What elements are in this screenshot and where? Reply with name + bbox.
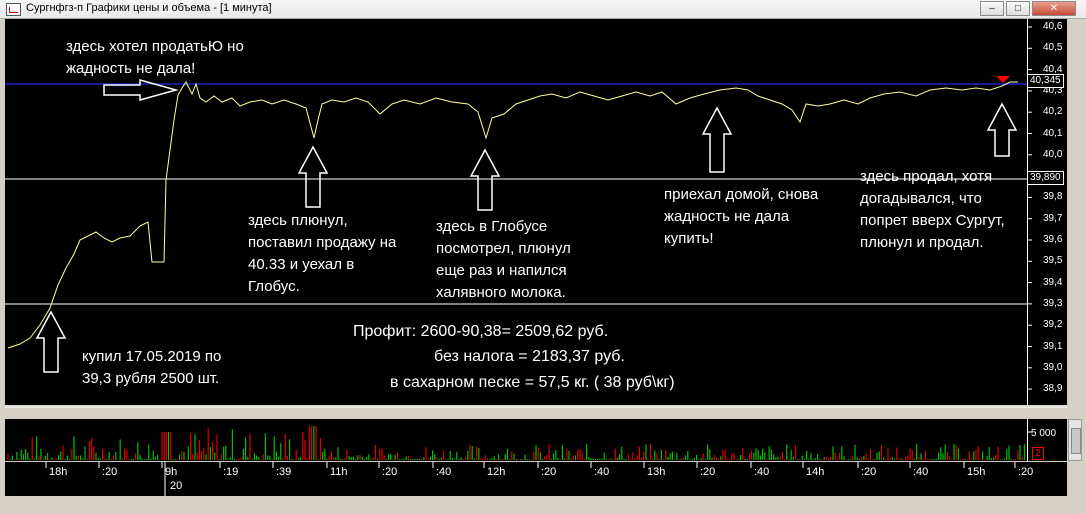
time-tick: :20 xyxy=(700,466,716,478)
time-tick: :40 xyxy=(594,466,610,478)
sell-wish-arrow xyxy=(103,79,179,101)
price-tick: 40,5 xyxy=(1043,42,1063,54)
bought-arrow xyxy=(35,310,67,373)
volume-tick: 5 000 xyxy=(1031,428,1057,439)
price-tick: 40,6 xyxy=(1043,21,1063,32)
current-price-label: 40,345 xyxy=(1027,74,1064,88)
price-tick: 39,0 xyxy=(1043,361,1063,373)
annotation-spit-sale: здесь плюнул, поставил продажу на 40.33 … xyxy=(248,212,397,295)
marked-price-label: 39,890 xyxy=(1027,171,1064,185)
time-tick: :39 xyxy=(276,466,292,478)
annotation-sold: здесь продал, хотя догадывался, что попр… xyxy=(860,168,1005,251)
globus-arrow xyxy=(469,148,501,211)
time-tick: 11h xyxy=(330,466,348,478)
time-tick: :40 xyxy=(436,466,452,478)
annotation-home: приехал домой, снова жадность не дала ку… xyxy=(664,186,819,247)
profit-line-1: Профит: 2600-90,38= 2509,62 руб. xyxy=(353,323,609,340)
price-tick: 39,2 xyxy=(1043,319,1063,331)
time-tick: 14h xyxy=(806,466,825,478)
time-tick: :20 xyxy=(861,466,877,478)
annotation-bought: купил 17.05.2019 по 39,3 рубля 2500 шт. xyxy=(82,348,222,387)
price-tick: 40,4 xyxy=(1043,63,1063,75)
volume-marker: 2 xyxy=(1032,447,1044,460)
price-tick: 39,4 xyxy=(1043,276,1063,288)
price-tick: 39,5 xyxy=(1043,255,1063,267)
time-tick: :40 xyxy=(754,466,770,478)
time-tick: 9h xyxy=(165,466,178,478)
price-tick: 40,0 xyxy=(1043,148,1063,160)
price-tick: 40,1 xyxy=(1043,127,1063,139)
time-tick: :40 xyxy=(913,466,929,478)
time-tick: 15h xyxy=(967,466,986,478)
home-arrow xyxy=(701,106,733,173)
date-label: 20 xyxy=(170,480,183,492)
price-tick: 39,7 xyxy=(1043,212,1063,224)
profit-line-3: в сахарном песке = 57,5 кг. ( 38 руб\кг) xyxy=(390,374,675,391)
sell-marker-triangle xyxy=(996,76,1010,83)
time-tick: :20 xyxy=(541,466,557,478)
price-tick: 39,3 xyxy=(1043,297,1063,309)
time-tick: :20 xyxy=(1018,466,1034,478)
sold-arrow xyxy=(986,102,1018,157)
profit-line-2: без налога = 2183,37 руб. xyxy=(434,348,625,365)
annotation-sell-wish: здесь хотел продатьЮ но жадность не дала… xyxy=(66,38,244,77)
time-tick: 13h xyxy=(647,466,666,478)
time-tick: 18h xyxy=(49,466,68,478)
time-tick: :20 xyxy=(382,466,398,478)
time-tick: :20 xyxy=(102,466,118,478)
annotation-globus: здесь в Глобусе посмотрел, плюнул еще ра… xyxy=(436,218,571,301)
time-tick: :19 xyxy=(223,466,239,478)
price-tick: 40,2 xyxy=(1043,106,1063,118)
price-tick: 39,8 xyxy=(1043,191,1063,203)
price-tick: 39,6 xyxy=(1043,234,1063,245)
price-tick: 39,1 xyxy=(1043,340,1063,352)
time-tick: 12h xyxy=(487,466,506,478)
price-tick: 38,9 xyxy=(1043,383,1063,395)
spit-sale-arrow xyxy=(297,145,329,208)
